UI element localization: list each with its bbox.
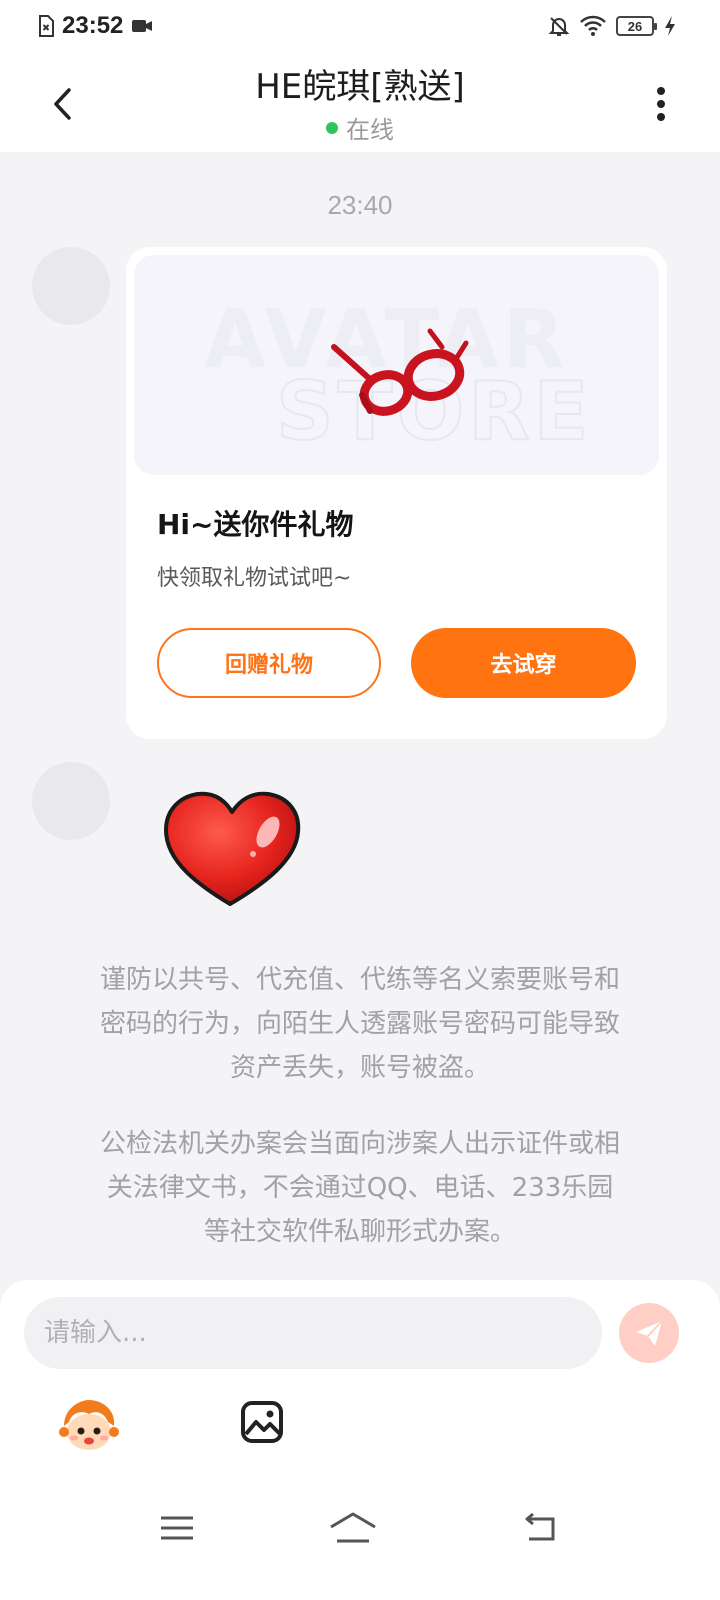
back-nav-button[interactable] — [515, 1508, 563, 1548]
image-icon — [241, 1401, 283, 1443]
battery-icon: 26 — [616, 16, 657, 36]
safety-notice-line: 资产丢失，账号被盗。 — [229, 1053, 490, 1083]
charging-icon — [665, 16, 675, 36]
chat-title: HE皖琪[熟送] — [255, 67, 465, 107]
safety-notice: 谨防以共号、代充值、代练等名义索要账号和 密码的行为，向陌生人透露账号密码可能导… — [50, 958, 670, 1090]
message-timestamp: 23:40 — [327, 190, 393, 220]
gift-image[interactable]: AVATAR STORE — [134, 255, 659, 475]
status-time: 23:52 — [62, 12, 124, 39]
police-notice-line: 公检法机关办案会当面向涉案人出示证件或相 — [99, 1129, 620, 1159]
online-dot — [326, 121, 338, 134]
more-vertical-icon — [657, 87, 665, 121]
gift-image-art: AVATAR STORE — [204, 293, 592, 459]
battery-level: 26 — [627, 18, 643, 34]
bell-off-icon — [548, 17, 570, 36]
sim-card-icon — [39, 15, 54, 37]
back-button[interactable] — [44, 82, 80, 126]
chat-header: HE皖琪[熟送] 在线 — [0, 56, 720, 152]
back-arrow-icon — [54, 88, 71, 120]
composer-panel — [0, 1280, 720, 1600]
back-icon — [525, 1513, 555, 1541]
police-notice-line: 等社交软件私聊形式办案。 — [203, 1217, 516, 1247]
status-right: 26 — [548, 15, 676, 37]
menu-nav-button[interactable] — [153, 1508, 201, 1548]
wifi-icon — [580, 15, 606, 36]
image-picker-button[interactable] — [240, 1400, 290, 1450]
send-button[interactable] — [619, 1303, 679, 1363]
status-bar: 23:52 26 — [0, 0, 720, 56]
sender-avatar[interactable] — [32, 762, 110, 840]
status-left: 23:52 — [38, 12, 153, 40]
emoji-mascot-icon — [59, 1400, 119, 1450]
safety-notice-line: 密码的行为，向陌生人透露账号密码可能导致 — [99, 1009, 620, 1039]
online-status: 在线 — [160, 110, 560, 145]
title-block: HE皖琪[熟送] 在线 — [160, 66, 560, 145]
safety-notice-line: 谨防以共号、代充值、代练等名义索要账号和 — [99, 965, 620, 995]
video-icon — [132, 20, 153, 32]
more-options-button[interactable] — [646, 84, 676, 124]
heart-sticker[interactable] — [160, 788, 306, 912]
message-input[interactable] — [24, 1297, 602, 1369]
home-nav-button[interactable] — [329, 1508, 377, 1548]
system-nav-bar — [0, 1502, 720, 1562]
send-icon — [636, 1320, 663, 1346]
gift-title: Hi~送你件礼物 — [157, 508, 354, 541]
try-on-button[interactable]: 去试穿 — [411, 628, 636, 698]
online-status-text: 在线 — [346, 116, 394, 144]
watermark-store: STORE — [276, 365, 592, 458]
menu-icon — [161, 1516, 193, 1540]
gift-subtitle: 快领取礼物试试吧~ — [157, 566, 352, 591]
heart-icon — [164, 791, 301, 906]
police-notice-line: 关法律文书，不会通过QQ、电话、233乐园 — [106, 1173, 614, 1203]
gift-card: AVATAR STORE Hi~送你件礼物 快领取礼物试试吧~ 回赠礼物 去试穿 — [126, 247, 667, 739]
sender-avatar[interactable] — [32, 247, 110, 325]
emoji-button[interactable] — [58, 1398, 120, 1454]
return-gift-button[interactable]: 回赠礼物 — [157, 628, 381, 698]
home-icon — [330, 1512, 376, 1543]
police-notice: 公检法机关办案会当面向涉案人出示证件或相 关法律文书，不会通过QQ、电话、233… — [50, 1122, 670, 1254]
